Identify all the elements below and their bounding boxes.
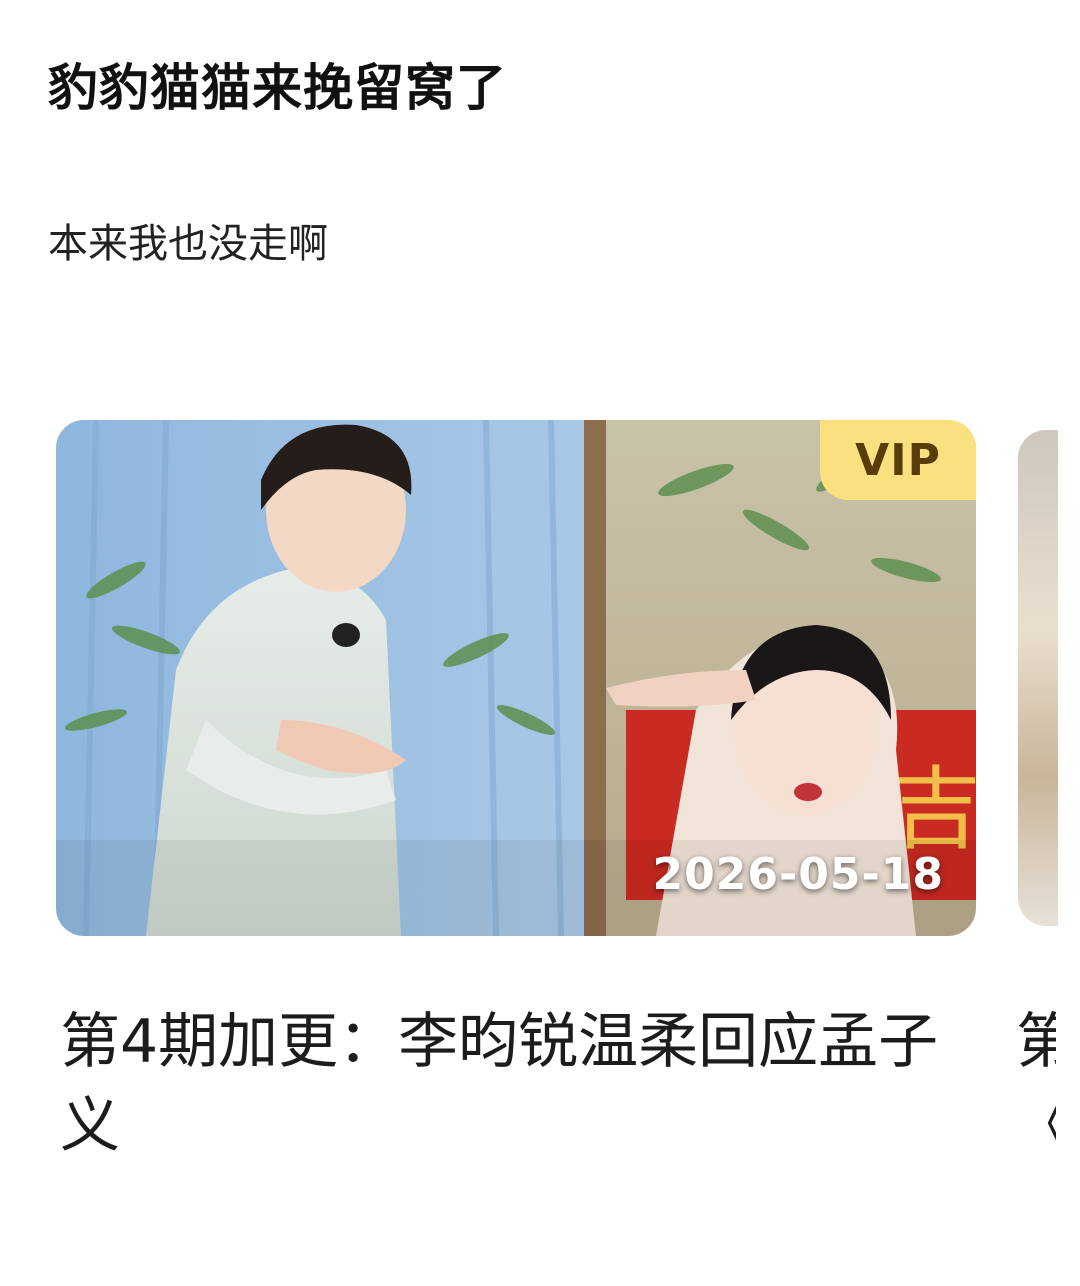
vip-badge: VIP	[820, 420, 976, 500]
next-title-char-1: 第	[1016, 1007, 1056, 1077]
video-date: 2026-05-18	[652, 849, 944, 900]
post-body-text: 本来我也没走啊	[48, 221, 328, 267]
next-video-title-peek: 第 《	[1016, 1000, 1056, 1180]
video-title[interactable]: 第4期加更：李昀锐温柔回应孟子义	[60, 1000, 980, 1168]
post-title: 豹豹猫猫来挽留窝了	[48, 59, 507, 117]
next-title-char-2: 《	[1016, 1091, 1056, 1161]
next-video-card-peek[interactable]	[1018, 430, 1058, 926]
video-card[interactable]: 吉 VIP 2026-05-18	[56, 420, 976, 936]
